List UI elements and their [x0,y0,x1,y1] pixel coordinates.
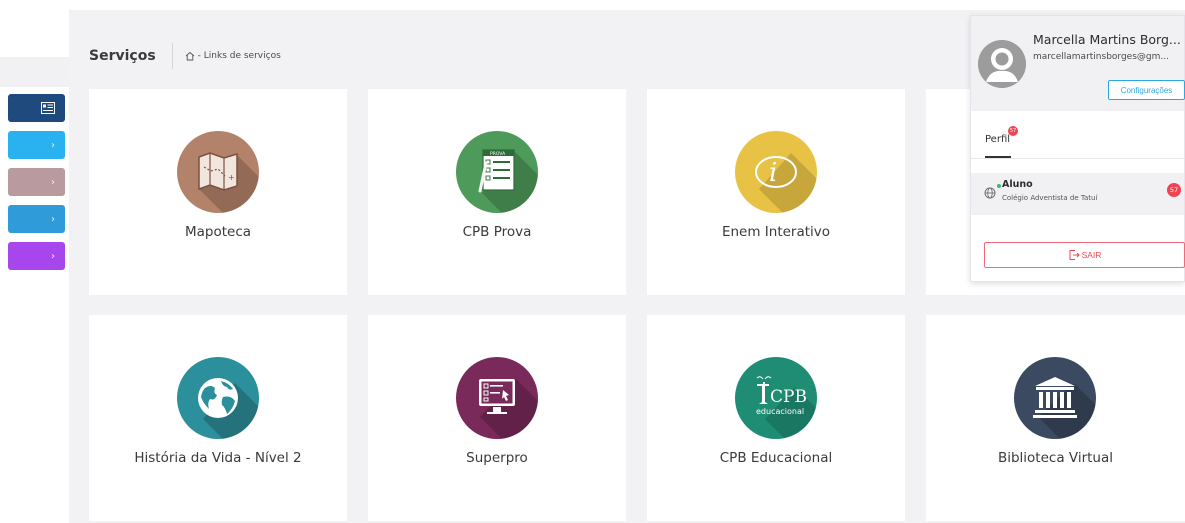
profile-email: marcellamartinsborges@gm... [1033,52,1169,62]
settings-button[interactable]: Configurações [1108,80,1185,100]
service-label: Biblioteca Virtual [997,450,1114,466]
svg-text:PROVA: PROVA [490,151,506,157]
role-school: Colégio Adventista de Tatuí [1002,194,1098,202]
role-notification-badge: 57 [1167,183,1181,197]
profile-name: Marcella Martins Borg... [1033,32,1181,47]
left-sidebar: › › › › [0,0,69,523]
sidebar-highlight-band [0,57,69,87]
chevron-right-icon: › [51,139,55,151]
logout-button[interactable]: SAIR [984,242,1185,268]
info-icon: i [735,131,817,213]
service-label: Superpro [466,450,528,466]
service-card-superpro[interactable]: Superpro [368,315,626,521]
cpb-logo-subtext: educacional [756,407,804,416]
sidebar-item-purple[interactable]: › [8,242,65,270]
service-card-mapoteca[interactable]: + Mapoteca [89,89,347,295]
service-card-biblioteca-virtual[interactable]: Biblioteca Virtual [926,315,1185,521]
sidebar-item-steel-blue[interactable]: › [8,205,65,233]
profile-role-item[interactable]: Aluno Colégio Adventista de Tatuí 57 [971,173,1184,215]
breadcrumb-text: - Links de serviços [197,51,281,61]
avatar [978,40,1026,88]
id-card-icon [41,102,55,114]
service-label: História da Vida - Nível 2 [134,450,302,466]
page-title: Serviços [89,48,156,64]
service-card-historia-da-vida[interactable]: História da Vida - Nível 2 [89,315,347,521]
role-title: Aluno [1002,179,1033,190]
cpb-logo-icon: CPB educacional [735,357,817,439]
globe-icon [177,357,259,439]
sidebar-item-mauve[interactable]: › [8,168,65,196]
map-icon: + [177,131,259,213]
page-header: Serviços - Links de serviços [89,43,281,69]
profile-dropdown: Marcella Martins Borg... marcellamartins… [970,15,1185,282]
chevron-right-icon: › [51,213,55,225]
chevron-right-icon: › [51,176,55,188]
sidebar-item-id-card[interactable] [8,94,65,122]
user-avatar-icon [978,40,1026,88]
service-card-cpb-educacional[interactable]: CPB educacional CPB Educacional [647,315,905,521]
home-icon[interactable] [185,51,195,61]
service-label: CPB Prova [462,224,532,240]
service-card-cpb-prova[interactable]: PROVA CPB Prova [368,89,626,295]
svg-text:i: i [769,158,777,188]
tab-divider [971,158,1184,159]
tab-perfil[interactable]: Perfil [985,134,1010,145]
online-status-dot [997,184,1001,188]
globe-small-icon [984,187,996,199]
svg-text:+: + [228,173,235,182]
service-label: Mapoteca [184,224,252,240]
notification-badge: 57 [1008,126,1018,136]
sidebar-item-blue[interactable]: › [8,131,65,159]
logout-icon [1069,250,1080,260]
exam-sheet-icon: PROVA [456,131,538,213]
header-divider [171,43,173,69]
logout-label: SAIR [1081,250,1102,260]
service-label: CPB Educacional [719,450,833,466]
monitor-checklist-icon [456,357,538,439]
library-building-icon [1014,357,1096,439]
service-label: Enem Interativo [721,224,831,240]
chevron-right-icon: › [51,250,55,262]
cpb-logo-text: CPB [770,387,807,407]
breadcrumb: - Links de serviços [185,51,281,61]
service-card-enem-interativo[interactable]: i Enem Interativo [647,89,905,295]
